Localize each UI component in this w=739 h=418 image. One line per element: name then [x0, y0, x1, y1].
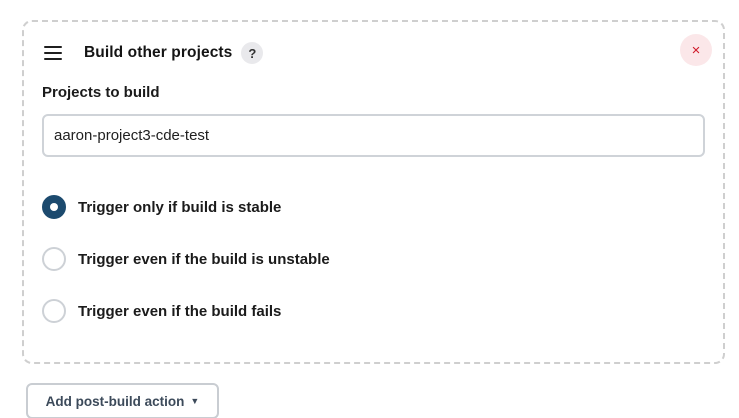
close-icon[interactable]: × [680, 34, 712, 66]
projects-to-build-input[interactable] [42, 114, 705, 157]
caret-down-icon: ▼ [190, 396, 200, 406]
add-post-build-action-label: Add post-build action [45, 393, 185, 409]
radio-label: Trigger even if the build is unstable [78, 250, 330, 268]
radio-label: Trigger even if the build fails [78, 302, 282, 320]
radio-button[interactable] [42, 299, 66, 323]
help-button[interactable]: ? [241, 42, 264, 64]
build-other-projects-section: Build other projects ? × Projects to bui… [22, 20, 725, 364]
radio-button-selected[interactable] [42, 195, 66, 219]
section-title: Build other projects [84, 44, 233, 61]
section-header: Build other projects ? [44, 40, 264, 66]
trigger-radio-group: Trigger only if build is stable Trigger … [42, 194, 330, 350]
post-build-actions-page: Build other projects ? × Projects to bui… [0, 0, 739, 418]
radio-button[interactable] [42, 247, 66, 271]
projects-to-build-label: Projects to build [42, 84, 160, 101]
hamburger-icon[interactable] [44, 46, 62, 60]
add-post-build-action-button[interactable]: Add post-build action ▼ [26, 383, 219, 418]
radio-trigger-stable[interactable]: Trigger only if build is stable [42, 194, 330, 220]
radio-label: Trigger only if build is stable [78, 198, 282, 216]
radio-trigger-unstable[interactable]: Trigger even if the build is unstable [42, 246, 330, 272]
radio-trigger-fails[interactable]: Trigger even if the build fails [42, 298, 330, 324]
